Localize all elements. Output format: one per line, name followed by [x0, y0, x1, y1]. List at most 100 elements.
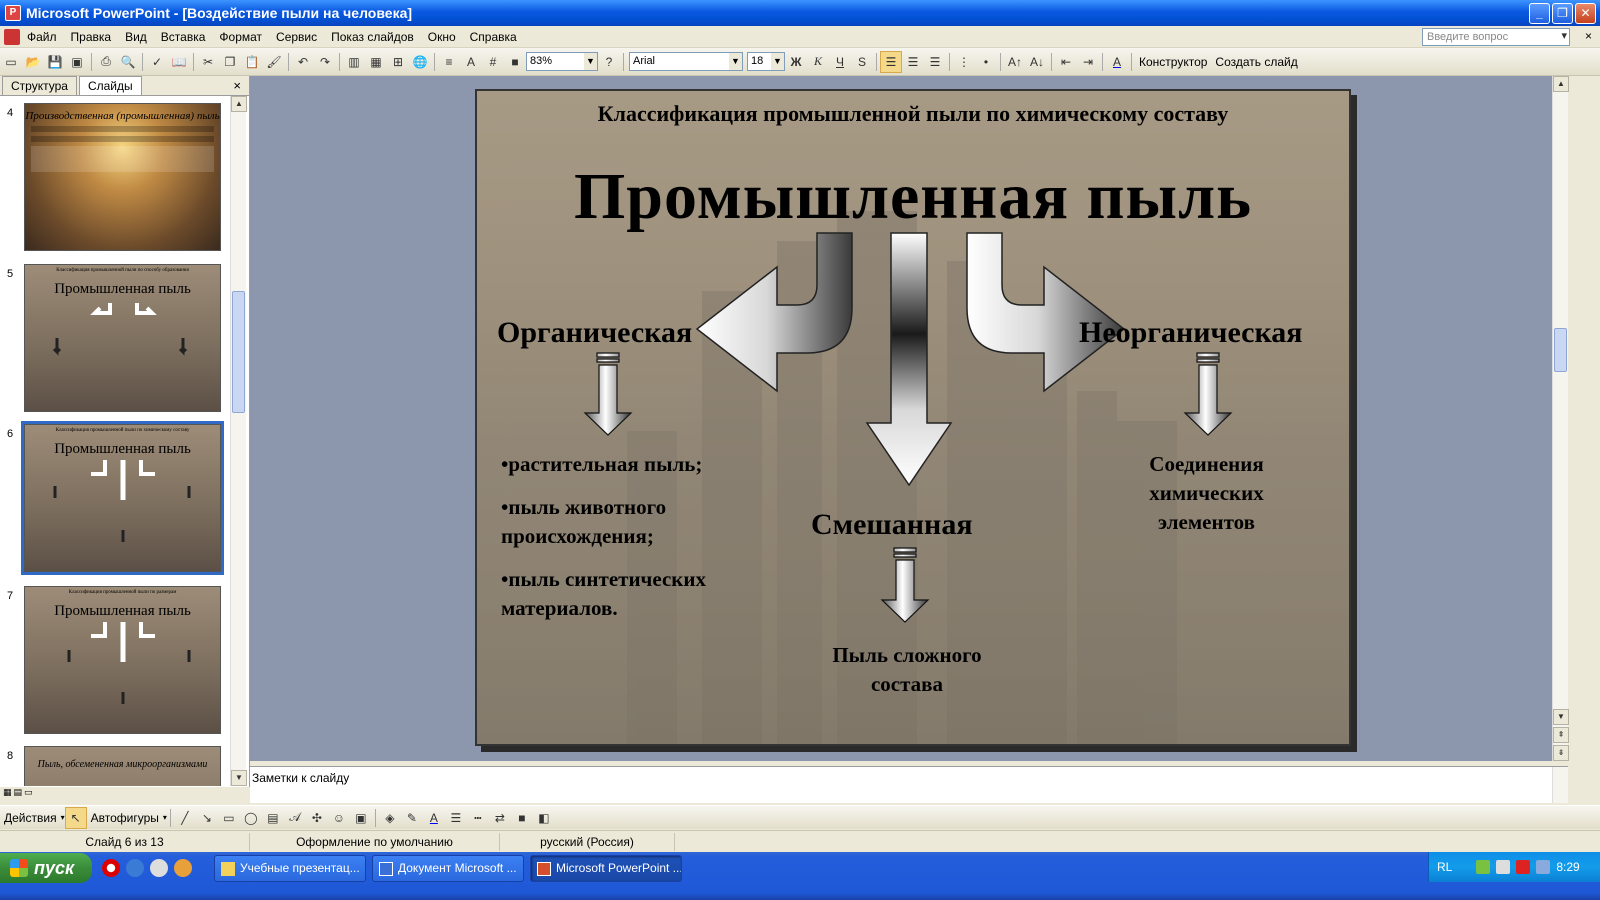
italic-button[interactable]: К [807, 51, 829, 73]
menu-edit[interactable]: Правка [64, 26, 119, 48]
menu-tools[interactable]: Сервис [269, 26, 324, 48]
dash-style-icon[interactable]: ┅ [467, 807, 489, 829]
font-color-icon[interactable]: A [423, 807, 445, 829]
line-icon[interactable]: ╱ [174, 807, 196, 829]
bold-button[interactable]: Ж [785, 51, 807, 73]
slide-thumbnail[interactable]: Производственная (промышленная) пыль [24, 103, 221, 251]
new-icon[interactable]: ▭ [0, 51, 22, 73]
category-organic[interactable]: Органическая [497, 316, 692, 350]
decrease-font-icon[interactable]: A↓ [1026, 51, 1048, 73]
thumbnail-row[interactable]: 5 Классификация промышленной пыли по спо… [0, 262, 230, 412]
hyperlink-icon[interactable]: 🌐 [409, 51, 431, 73]
line-color-icon[interactable]: ✎ [401, 807, 423, 829]
select-pointer-icon[interactable]: ↖ [64, 806, 87, 829]
current-slide[interactable]: Классификация промышленной пыли по химич… [475, 89, 1351, 746]
font-size-select[interactable]: 18 ▼ [747, 52, 785, 71]
notes-pane[interactable]: Заметки к слайду [250, 766, 1568, 803]
cut-icon[interactable]: ✂ [197, 51, 219, 73]
next-slide-icon[interactable]: ⇟ [1553, 745, 1569, 761]
scroll-up-icon[interactable]: ▲ [231, 96, 247, 112]
underline-button[interactable]: Ч [829, 51, 851, 73]
color-grayscale-icon[interactable]: ■ [504, 51, 526, 73]
insert-table-icon[interactable]: ▦ [365, 51, 387, 73]
pane-close-button[interactable]: × [233, 78, 241, 93]
expand-all-icon[interactable]: ≡ [438, 51, 460, 73]
bullets-icon[interactable]: • [975, 51, 997, 73]
opera-icon[interactable] [102, 859, 120, 877]
mail-icon[interactable] [150, 859, 168, 877]
zoom-select[interactable]: 83% ▼ [526, 52, 598, 71]
fill-color-icon[interactable]: ◈ [379, 807, 401, 829]
spelling-icon[interactable]: ✓ [146, 51, 168, 73]
font-color-icon[interactable]: A [1106, 51, 1128, 73]
increase-indent-icon[interactable]: ⇥ [1077, 51, 1099, 73]
document-icon[interactable] [4, 28, 20, 45]
inorganic-description[interactable]: Соединения химических элементов [1129, 450, 1284, 537]
volume-icon[interactable] [1496, 860, 1511, 874]
slide-vertical-scrollbar[interactable]: ▲ ▼ ⇞ ⇟ [1552, 76, 1569, 761]
chevron-down-icon[interactable]: ▼ [584, 53, 597, 70]
design-button[interactable]: Конструктор [1135, 55, 1211, 69]
tables-borders-icon[interactable]: ⊞ [387, 51, 409, 73]
document-close-button[interactable]: × [1585, 29, 1592, 43]
powerpoint-app-icon[interactable]: P [5, 5, 21, 21]
print-preview-icon[interactable]: 🔍 [117, 51, 139, 73]
minimize-button[interactable]: _ [1529, 3, 1550, 24]
wordart-icon[interactable]: 𝒜 [284, 807, 306, 829]
thumbnail-row[interactable]: 8 Пыль, обсемененная микроорганизмами [0, 744, 230, 786]
rectangle-icon[interactable]: ▭ [218, 807, 240, 829]
permission-icon[interactable]: ▣ [66, 51, 88, 73]
autoshapes-menu[interactable]: Автофигуры [87, 811, 163, 825]
scroll-thumb[interactable] [232, 291, 245, 413]
3d-style-icon[interactable]: ◧ [533, 807, 555, 829]
diagram-icon[interactable]: ✣ [306, 807, 328, 829]
chevron-down-icon[interactable]: ▾ [163, 813, 167, 822]
start-button[interactable]: пуск [0, 853, 92, 883]
copy-icon[interactable]: ❐ [219, 51, 241, 73]
network-icon[interactable] [1476, 860, 1491, 874]
arrow-icon[interactable]: ↘ [196, 807, 218, 829]
picture-icon[interactable]: ▣ [350, 807, 372, 829]
thumbnails-scrollbar[interactable]: ▲ ▼ [230, 96, 247, 786]
align-left-icon[interactable]: ☰ [880, 50, 902, 73]
antivirus-icon[interactable] [1516, 860, 1531, 874]
thumbnail-row[interactable]: 7 Классификация промышленной пыли по раз… [0, 584, 230, 734]
grid-icon[interactable]: # [482, 51, 504, 73]
undo-icon[interactable]: ↶ [292, 51, 314, 73]
oval-icon[interactable]: ◯ [240, 807, 262, 829]
mixed-description[interactable]: Пыль сложного состава [817, 641, 997, 699]
taskbar-item-folder[interactable]: Учебные презентац... [214, 855, 366, 882]
slideshow-icon[interactable]: ▭ [24, 787, 33, 801]
normal-view-icon[interactable]: ▦ [3, 787, 12, 801]
line-style-icon[interactable]: ☰ [445, 807, 467, 829]
taskbar-item-powerpoint[interactable]: Microsoft PowerPoint ... [530, 855, 682, 882]
menu-insert[interactable]: Вставка [154, 26, 213, 48]
slide-thumbnail[interactable]: Классификация промышленной пыли по спосо… [24, 264, 221, 412]
media-icon[interactable] [174, 859, 192, 877]
previous-slide-icon[interactable]: ⇞ [1553, 727, 1569, 743]
increase-font-icon[interactable]: A↑ [1004, 51, 1026, 73]
slide-sorter-icon[interactable]: ▤ [14, 787, 23, 801]
align-center-icon[interactable]: ☰ [902, 51, 924, 73]
scroll-down-icon[interactable]: ▼ [231, 770, 247, 786]
menu-file[interactable]: Файл [20, 26, 64, 48]
slide-thumbnail[interactable]: Пыль, обсемененная микроорганизмами [24, 746, 221, 786]
thumbnail-row[interactable]: 6 Классификация промышленной пыли по хим… [0, 421, 230, 575]
scroll-thumb[interactable] [1554, 328, 1567, 372]
display-icon[interactable] [1536, 860, 1551, 874]
align-right-icon[interactable]: ☰ [924, 51, 946, 73]
tab-slides[interactable]: Слайды [78, 76, 142, 95]
explorer-icon[interactable] [126, 859, 144, 877]
menu-window[interactable]: Окно [421, 26, 463, 48]
notes-scrollbar[interactable] [1552, 767, 1568, 803]
redo-icon[interactable]: ↷ [314, 51, 336, 73]
help-icon[interactable]: ? [598, 51, 620, 73]
insert-chart-icon[interactable]: ▥ [343, 51, 365, 73]
category-mixed[interactable]: Смешанная [811, 508, 973, 542]
paste-icon[interactable]: 📋 [241, 51, 263, 73]
clipart-icon[interactable]: ☺ [328, 807, 350, 829]
shadow-button[interactable]: S [851, 51, 873, 73]
open-icon[interactable]: 📂 [22, 51, 44, 73]
arrow-style-icon[interactable]: ⇄ [489, 807, 511, 829]
chevron-down-icon[interactable]: ▼ [771, 53, 784, 70]
